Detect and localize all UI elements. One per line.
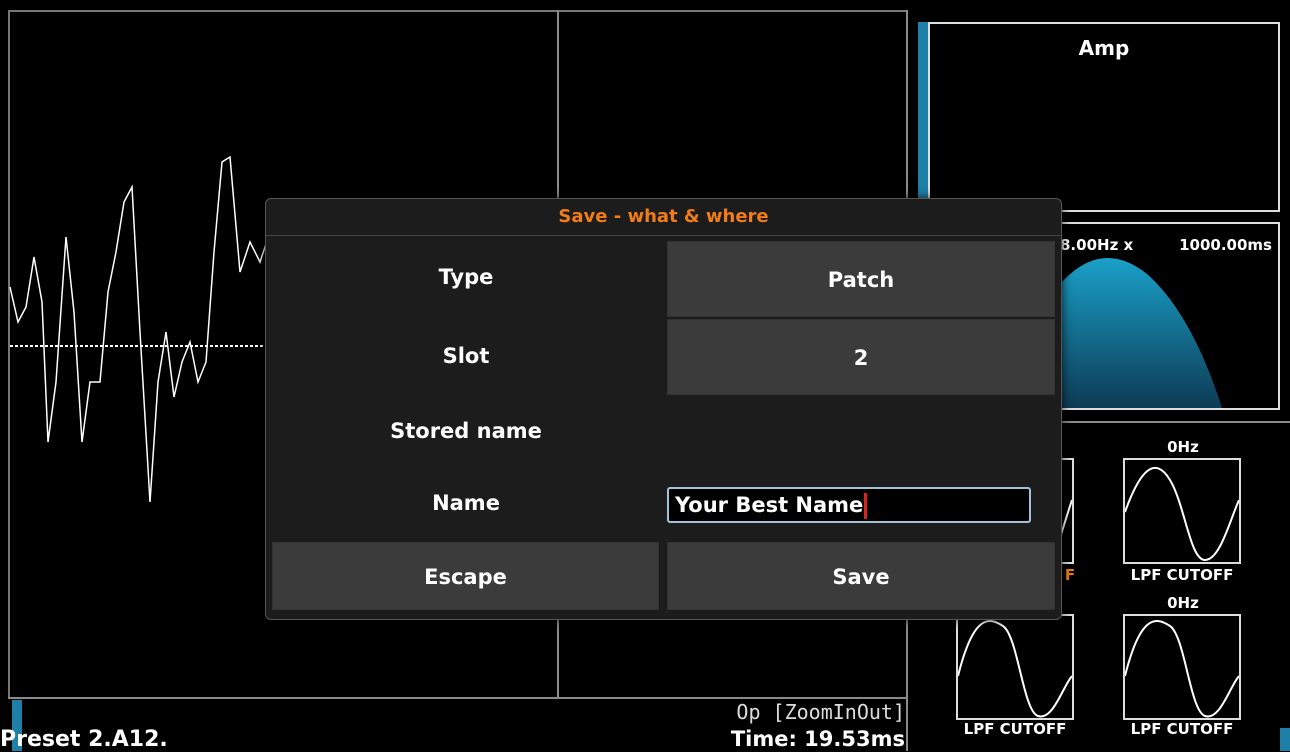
mod-label-bottom-left: LPF CUTOFF [963,720,1067,738]
name-input[interactable]: Your Best Name [667,487,1031,523]
envelope-shape [1052,258,1222,408]
mod-box-top-right[interactable] [1123,458,1241,564]
slot-label: Slot [442,344,490,368]
amp-indicator [918,22,928,202]
preset-label: Preset 2.A12. [0,727,168,752]
escape-button[interactable]: Escape [272,542,659,610]
waveform-trace [9,155,271,503]
status-divider [8,697,908,699]
sine-wave-icon [1124,466,1240,562]
mod-box-bottom-left[interactable] [956,614,1074,720]
text-caret [864,493,868,519]
name-label: Name [432,491,500,515]
type-select[interactable]: Patch [667,241,1055,317]
amp-panel[interactable]: Amp [928,22,1280,212]
type-label: Type [438,265,494,289]
op-mode-label: Op [ZoomInOut] [736,700,905,724]
envelope-panel[interactable]: 8.00Hz x 1000.00ms [1050,222,1280,410]
sine-wave-icon [957,620,1073,718]
time-label: Time: 19.53ms [730,727,905,751]
slot-select[interactable]: 2 [667,319,1055,395]
amp-title: Amp [1078,36,1130,60]
mod-top-hz: 0Hz [1167,438,1199,456]
mod-label-bottom-right: LPF CUTOFF [1130,720,1234,738]
sine-wave-icon [1124,620,1240,718]
scroll-indicator [1280,728,1290,751]
mod-mid-hz: 0Hz [1167,594,1199,612]
mod-label-top-right: LPF CUTOFF [1130,566,1234,584]
mod-label-partial: F [1064,566,1076,584]
stored-name-label: Stored name [390,419,542,443]
dialog-title: Save - what & where [266,199,1061,236]
save-button[interactable]: Save [667,542,1055,610]
mod-box-bottom-right[interactable] [1123,614,1241,720]
save-dialog: Save - what & where Type Patch Slot 2 St… [265,198,1062,620]
name-input-value: Your Best Name [675,493,864,517]
